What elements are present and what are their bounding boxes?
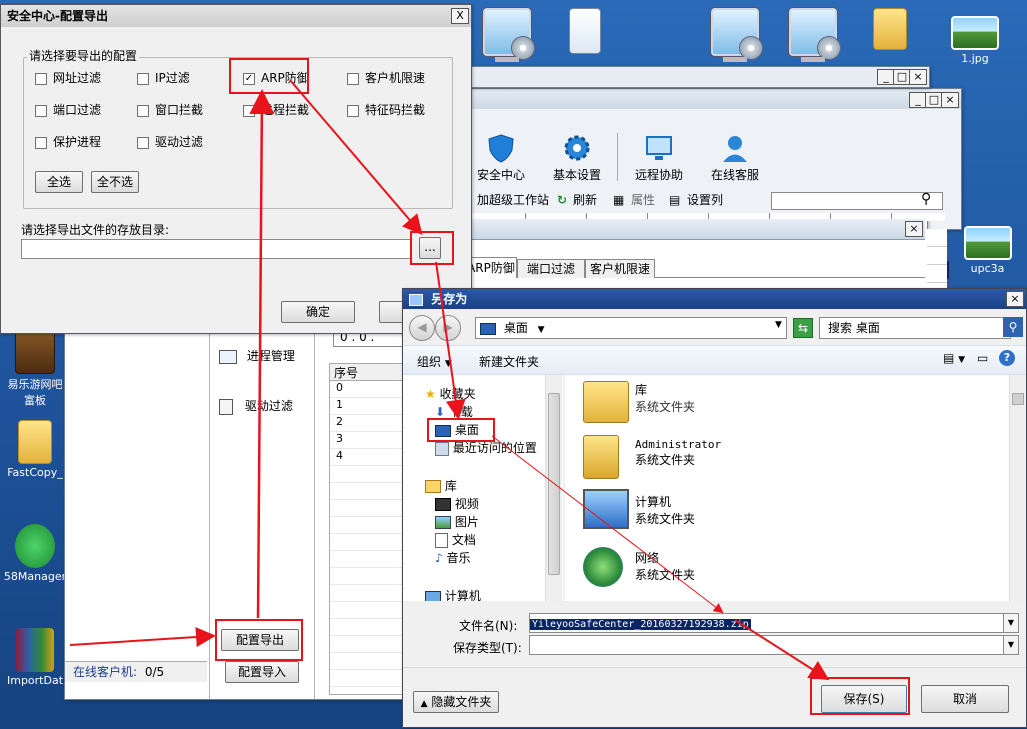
arrow-desktop-to-export xyxy=(69,627,216,647)
arrow-desktop-to-filename xyxy=(491,435,724,614)
arrow-export-to-arp xyxy=(249,89,275,619)
arrow-arp-to-browse xyxy=(289,79,423,236)
annotation-arrows xyxy=(69,79,830,681)
arrow-browse-to-desktop xyxy=(435,261,466,420)
arrow-filename-to-save xyxy=(734,619,830,681)
